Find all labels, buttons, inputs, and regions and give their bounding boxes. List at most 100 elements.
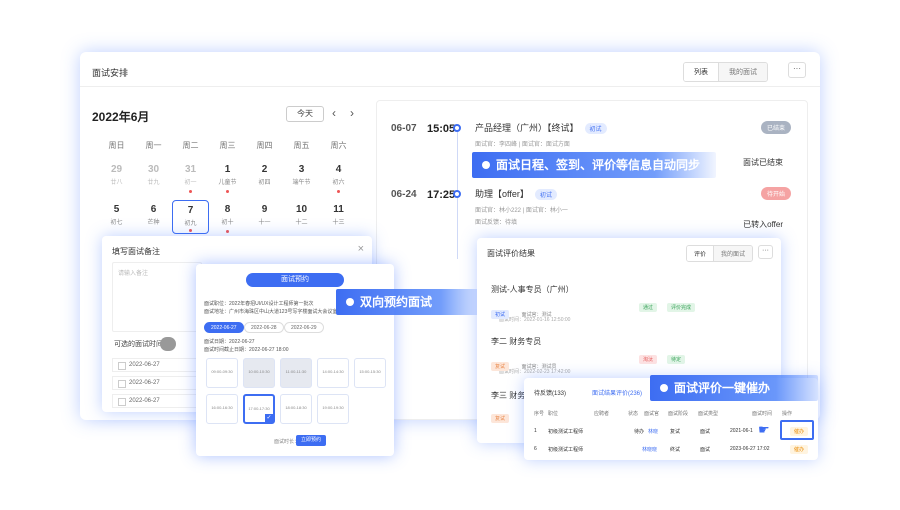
calendar-month: 2022年6月 <box>92 110 150 124</box>
time-slot[interactable]: 18:00-18:30 <box>280 394 312 424</box>
urge-button[interactable]: 催办 <box>790 445 809 454</box>
result-badge: 通过 <box>639 303 658 312</box>
lunar-label: 初六 <box>332 180 345 186</box>
calendar-day[interactable]: 1 儿童节 <box>209 160 246 194</box>
today-button[interactable]: 今天 <box>286 106 324 122</box>
calendar-day[interactable]: 2 初四 <box>246 160 283 194</box>
event-time: 15:05 <box>427 123 456 135</box>
calendar-day[interactable]: 6 芒种 <box>135 200 172 234</box>
event-meta: 面试官：李四峰 | 面试官：面试方面 <box>475 142 570 148</box>
eval-status-badge: 待定 <box>667 355 686 364</box>
cell-interviewer[interactable]: 林晓 <box>648 428 658 435</box>
calendar-day[interactable]: 11 十三 <box>320 200 357 234</box>
calendar-day[interactable]: 30 廿九 <box>135 160 172 194</box>
window-title: 面试安排 <box>92 68 129 78</box>
time-option[interactable]: 2022-06-27 <box>112 358 198 372</box>
next-month-icon[interactable]: › <box>350 106 354 120</box>
event-dot <box>226 190 229 193</box>
event-dot <box>337 190 340 193</box>
booking-title: 面试预约 <box>246 273 344 287</box>
lunar-label: 十三 <box>332 220 345 226</box>
event-date: 06-24 <box>391 189 417 200</box>
divider <box>80 86 820 87</box>
toggle-switch[interactable] <box>160 337 176 351</box>
view-my-interviews-tab[interactable]: 我的面试 <box>719 63 767 81</box>
eval-tab-other[interactable]: 我的面试 <box>713 246 752 261</box>
time-slot[interactable]: 11:00-11:30 <box>280 358 312 388</box>
close-icon[interactable]: × <box>358 243 364 255</box>
date-tab[interactable]: 2022-06-28 <box>244 322 284 333</box>
event-action[interactable]: 面试已结束 <box>743 157 783 168</box>
stage-tag: 初试 <box>491 310 510 319</box>
event-tag: 初试 <box>584 123 607 135</box>
event-dot <box>189 229 192 232</box>
cell-status: 待办 <box>634 429 645 435</box>
candidate-name: 测试-人事专员（广州） <box>491 285 574 294</box>
lunar-label: 初一 <box>184 180 197 186</box>
cell-type: 面试 <box>700 429 711 435</box>
event-date: 06-07 <box>391 123 417 134</box>
event-time: 17:25 <box>427 189 456 201</box>
weekday-label: 周一 <box>145 141 162 150</box>
calendar-day[interactable]: 3 端午节 <box>283 160 320 194</box>
stage-tag: 复试 <box>491 414 510 423</box>
time-slot[interactable]: 15:00-15:30 <box>354 358 386 388</box>
eval-card[interactable]: 测试-人事专员（广州） 初试 面试官：测试 通过 评价完成 面试时间：2022-… <box>491 284 769 323</box>
more-button[interactable]: ··· <box>788 62 806 78</box>
date-tab[interactable]: 2022-06-29 <box>284 322 324 333</box>
time-slot[interactable]: 14:00-14:30 <box>317 358 349 388</box>
calendar-day[interactable]: 7 初九 <box>172 200 209 234</box>
timeline-dot <box>453 124 461 132</box>
header-time: 面试时间 <box>752 411 773 417</box>
calendar-day[interactable]: 10 十二 <box>283 200 320 234</box>
view-list-tab[interactable]: 列表 <box>684 63 719 81</box>
cell-interviewer[interactable]: 林晓晓 <box>642 446 657 453</box>
eval-card[interactable]: 李二 财务专员 复试 面试官：测试员 淘汰 待定 面试时间：2022-02-23… <box>491 336 769 375</box>
urge-banner: 面试评价一键催办 <box>650 375 818 401</box>
lunar-label: 芒种 <box>147 220 160 226</box>
tab-pending-feedback[interactable]: 待反馈(133) <box>534 388 566 397</box>
booking-address: 面试地址：广州市海珠区中山大道123号写字楼面试大会议室 <box>204 309 338 315</box>
header-type: 面试类型 <box>698 411 719 417</box>
calendar-day[interactable]: 29 廿八 <box>98 160 135 194</box>
note-textarea[interactable]: 请输入备注 <box>112 262 202 332</box>
book-now-button[interactable]: 立即预约 <box>296 435 327 446</box>
lunar-label: 初七 <box>110 220 123 226</box>
time-slot[interactable]: 10:00-10:30 <box>243 358 275 388</box>
time-slot[interactable]: 09:00-09:30 <box>206 358 238 388</box>
cell-position: 初级测试工程师 <box>548 429 584 435</box>
header-interviewer: 面试官 <box>644 411 660 417</box>
time-option[interactable]: 2022-06-27 <box>112 394 198 408</box>
calendar-day[interactable]: 8 初十 <box>209 200 246 234</box>
cell-no: 6 <box>534 446 537 452</box>
lunar-label: 十二 <box>295 220 308 226</box>
time-slot[interactable]: 16:00-16:30 <box>206 394 238 424</box>
day-number: 30 <box>147 164 160 175</box>
calendar-day[interactable]: 31 初一 <box>172 160 209 194</box>
day-number: 29 <box>110 164 123 175</box>
day-number: 5 <box>113 204 120 215</box>
time-option[interactable]: 2022-06-27 <box>112 376 198 390</box>
calendar-day[interactable]: 4 初六 <box>320 160 357 194</box>
prev-month-icon[interactable]: ‹ <box>332 106 336 120</box>
time-slot[interactable]: 17:00-17:30 <box>243 394 275 424</box>
event-action[interactable]: 已转入offer <box>743 219 783 230</box>
calendar-day[interactable]: 9 十一 <box>246 200 283 234</box>
weekday-label: 周日 <box>108 141 125 150</box>
event-meta: 面试官：林小222 | 面试官：林小一 <box>475 208 568 214</box>
more-button[interactable]: ··· <box>758 245 773 259</box>
date-tab[interactable]: 2022-06-27 <box>204 322 244 333</box>
tab-evaluation-results[interactable]: 面试结果评价(236) <box>592 388 642 397</box>
eval-view-toggle[interactable]: 评价 我的面试 <box>685 245 753 262</box>
calendar-day[interactable]: 5 初七 <box>98 200 135 234</box>
time-slot[interactable]: 19:00-19:30 <box>317 394 349 424</box>
lunar-label: 十一 <box>258 220 271 226</box>
lunar-label: 端午节 <box>292 180 311 186</box>
view-toggle[interactable]: 列表 我的面试 <box>683 62 768 82</box>
calendar-grid: 周日 周一 周二 周三 周四 周五 周六 29 廿八 30 廿九 31 初一 1 儿童节 2 初四 3 端午节 4 初六… <box>98 140 360 234</box>
weekday-label: 周五 <box>293 141 310 150</box>
eval-tab-active[interactable]: 评价 <box>686 246 714 261</box>
status-badge: 已结束 <box>760 121 791 134</box>
interviewer: 面试官：测试员 <box>521 364 557 370</box>
lunar-label: 廿九 <box>147 180 160 186</box>
